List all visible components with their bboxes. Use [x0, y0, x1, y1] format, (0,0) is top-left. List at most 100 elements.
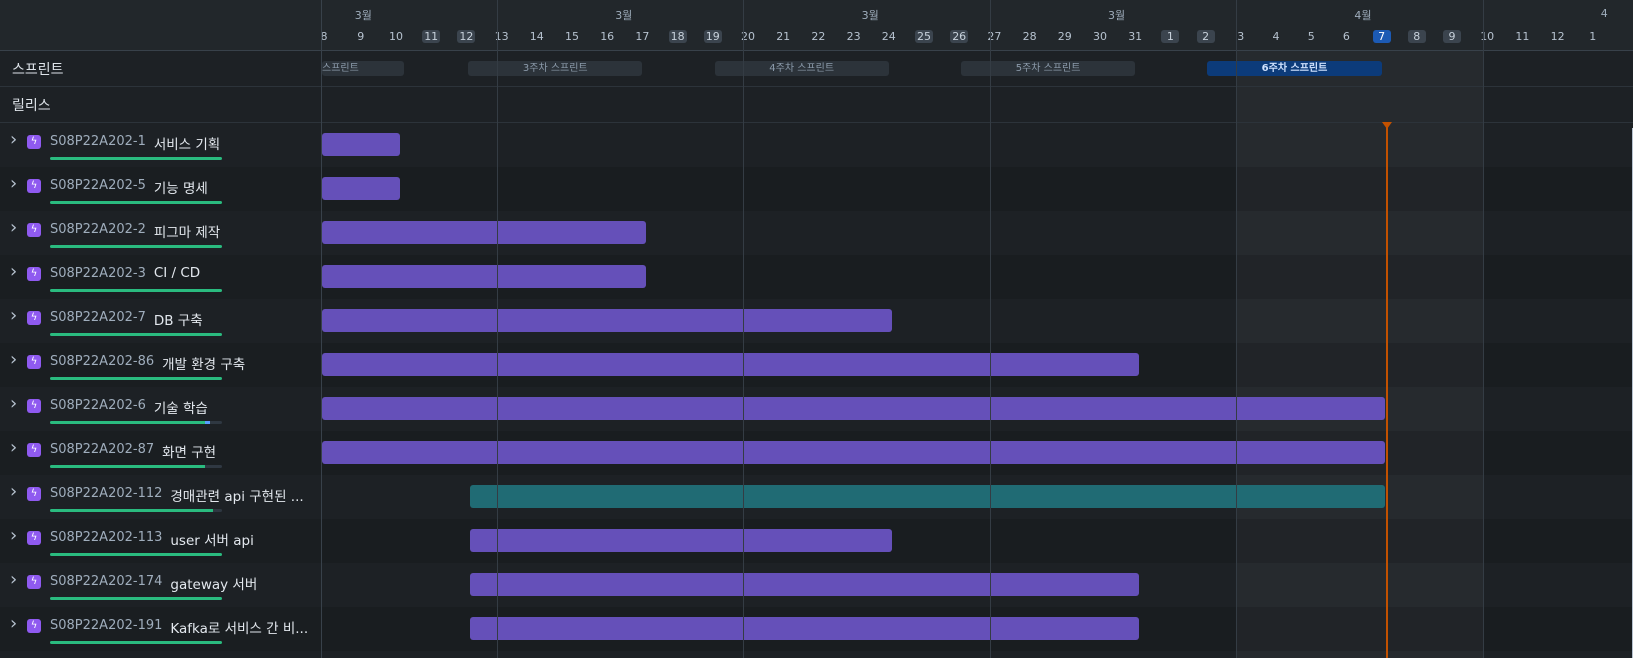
issue-row[interactable]: › ϟ S08P22A202-174 gateway 서버 [0, 563, 321, 607]
day-label: 21 [776, 30, 791, 43]
sprint-pill[interactable]: 5주차 스프린트 [960, 61, 1136, 76]
issue-title[interactable]: 기술 학습 [154, 397, 208, 417]
day-label: 2 [1196, 30, 1215, 43]
issue-row[interactable]: › ϟ S08P22A202-87 화면 구현 [0, 431, 321, 475]
issue-key-link[interactable]: S08P22A202-6 [50, 398, 146, 413]
issue-row[interactable]: › ϟ S08P22A202-5 기능 명세 [0, 167, 321, 211]
day-label: 9 [1443, 30, 1461, 43]
issue-title[interactable]: 피그마 제작 [154, 221, 220, 241]
issue-key-link[interactable]: S08P22A202-5 [50, 178, 146, 193]
issue-bar[interactable] [322, 353, 1139, 376]
issue-key-link[interactable]: S08P22A202-112 [50, 486, 162, 501]
day-label: 12 [457, 30, 476, 43]
day-label: 19 [703, 30, 722, 43]
issue-key-link[interactable]: S08P22A202-2 [50, 222, 146, 237]
day-label: 25 [915, 30, 933, 43]
issue-key-link[interactable]: S08P22A202-191 [50, 618, 162, 633]
day-label: 27 [987, 30, 1002, 43]
chevron-right-icon[interactable]: › [10, 569, 17, 590]
chevron-right-icon[interactable]: › [10, 217, 17, 238]
timeline-row [322, 387, 1633, 431]
lightning-icon: ϟ [27, 267, 41, 281]
today-line [1385, 123, 1388, 658]
chevron-right-icon[interactable]: › [10, 305, 17, 326]
day-label: 29 [1057, 30, 1072, 43]
lightning-icon: ϟ [27, 443, 41, 457]
issue-bar[interactable] [322, 309, 893, 332]
issue-key-link[interactable]: S08P22A202-113 [50, 530, 162, 545]
lightning-icon: ϟ [27, 531, 41, 545]
lightning-icon: ϟ [27, 311, 41, 325]
sprint-pill[interactable]: 4주차 스프린트 [714, 61, 889, 76]
issue-title[interactable]: 경매관련 api 구현된 ... [170, 485, 303, 505]
day-label: 20 [741, 30, 755, 43]
chevron-right-icon[interactable]: › [10, 525, 17, 546]
progress-bar [50, 509, 222, 512]
issue-bar[interactable] [322, 221, 646, 244]
chevron-right-icon[interactable]: › [10, 393, 17, 414]
sprint-pill[interactable]: 스프린트 [322, 61, 404, 76]
chevron-right-icon[interactable]: › [10, 481, 17, 502]
issue-key-link[interactable]: S08P22A202-86 [50, 354, 154, 369]
issue-bar[interactable] [322, 397, 1386, 420]
progress-bar [50, 333, 222, 336]
issue-key-link[interactable]: S08P22A202-3 [50, 266, 146, 281]
issue-bar[interactable] [322, 265, 646, 288]
timeline-row [322, 167, 1633, 211]
progress-bar [50, 157, 222, 160]
progress-fill [50, 201, 222, 204]
issue-key-link[interactable]: S08P22A202-7 [50, 310, 146, 325]
issue-title[interactable]: 개발 환경 구축 [162, 353, 245, 373]
issue-row[interactable]: › ϟ S08P22A202-112 경매관련 api 구현된 ... [0, 475, 321, 519]
progress-bar [50, 641, 222, 644]
timeline-row [322, 211, 1633, 255]
issue-key-link[interactable]: S08P22A202-174 [50, 574, 162, 589]
issue-bar[interactable] [469, 617, 1139, 640]
lightning-icon: ϟ [27, 487, 41, 501]
issue-row[interactable]: › ϟ S08P22A202-113 user 서버 api [0, 519, 321, 563]
issue-row[interactable]: › ϟ S08P22A202-6 기술 학습 [0, 387, 321, 431]
progress-fill [50, 377, 222, 380]
issue-bar[interactable] [322, 133, 400, 156]
chevron-right-icon[interactable]: › [10, 437, 17, 458]
issue-title[interactable]: 화면 구현 [162, 441, 216, 461]
timeline-row [322, 123, 1633, 167]
issue-row[interactable]: › ϟ S08P22A202-3 CI / CD [0, 255, 321, 299]
month-label: 3월 [615, 9, 633, 22]
day-label: 6 [1342, 30, 1350, 43]
issue-key-link[interactable]: S08P22A202-87 [50, 442, 154, 457]
sprint-pill[interactable]: 6주차 스프린트 [1207, 61, 1382, 76]
issue-key-link[interactable]: S08P22A202-1 [50, 134, 146, 149]
progress-fill [50, 509, 214, 512]
issue-title[interactable]: user 서버 api [170, 529, 253, 549]
day-label: 16 [600, 30, 615, 43]
day-label: 24 [881, 30, 896, 43]
day-label: 13 [494, 30, 509, 43]
issue-bar[interactable] [322, 177, 400, 200]
issue-title[interactable]: DB 구축 [154, 309, 203, 329]
timeline-grid[interactable]: 3월 3월 3월 3월 4월 4 8 9 10 11 12 13 14 15 16 17 18 19 20 21 22 2… [322, 0, 1633, 658]
chevron-right-icon[interactable]: › [10, 613, 17, 634]
issue-bar[interactable] [469, 573, 1139, 596]
chevron-right-icon[interactable]: › [10, 349, 17, 370]
issue-title[interactable]: CI / CD [154, 265, 200, 281]
issue-row[interactable]: › ϟ S08P22A202-1 서비스 기획 [0, 123, 321, 167]
issue-row[interactable]: › ϟ S08P22A202-86 개발 환경 구축 [0, 343, 321, 387]
issue-title[interactable]: 기능 명세 [154, 177, 208, 197]
issue-bar[interactable] [469, 529, 893, 552]
sprint-pill[interactable]: 3주차 스프린트 [468, 61, 643, 76]
issue-row[interactable]: › ϟ S08P22A202-191 Kafka로 서비스 간 비... [0, 607, 321, 651]
month-label: 3월 [354, 9, 372, 22]
chevron-right-icon[interactable]: › [10, 129, 17, 150]
chevron-right-icon[interactable]: › [10, 261, 17, 282]
issue-bar[interactable] [469, 485, 1386, 508]
issue-title[interactable]: 서비스 기획 [154, 133, 220, 153]
issue-row[interactable]: › ϟ S08P22A202-2 피그마 제작 [0, 211, 321, 255]
issue-title[interactable]: Kafka로 서비스 간 비... [170, 617, 308, 637]
progress-bar [50, 245, 222, 248]
sprint-row-label: 스프린트 [0, 50, 321, 87]
issue-title[interactable]: gateway 서버 [170, 573, 257, 593]
issue-row[interactable]: › ϟ S08P22A202-7 DB 구축 [0, 299, 321, 343]
issue-bar[interactable] [322, 441, 1386, 464]
chevron-right-icon[interactable]: › [10, 173, 17, 194]
